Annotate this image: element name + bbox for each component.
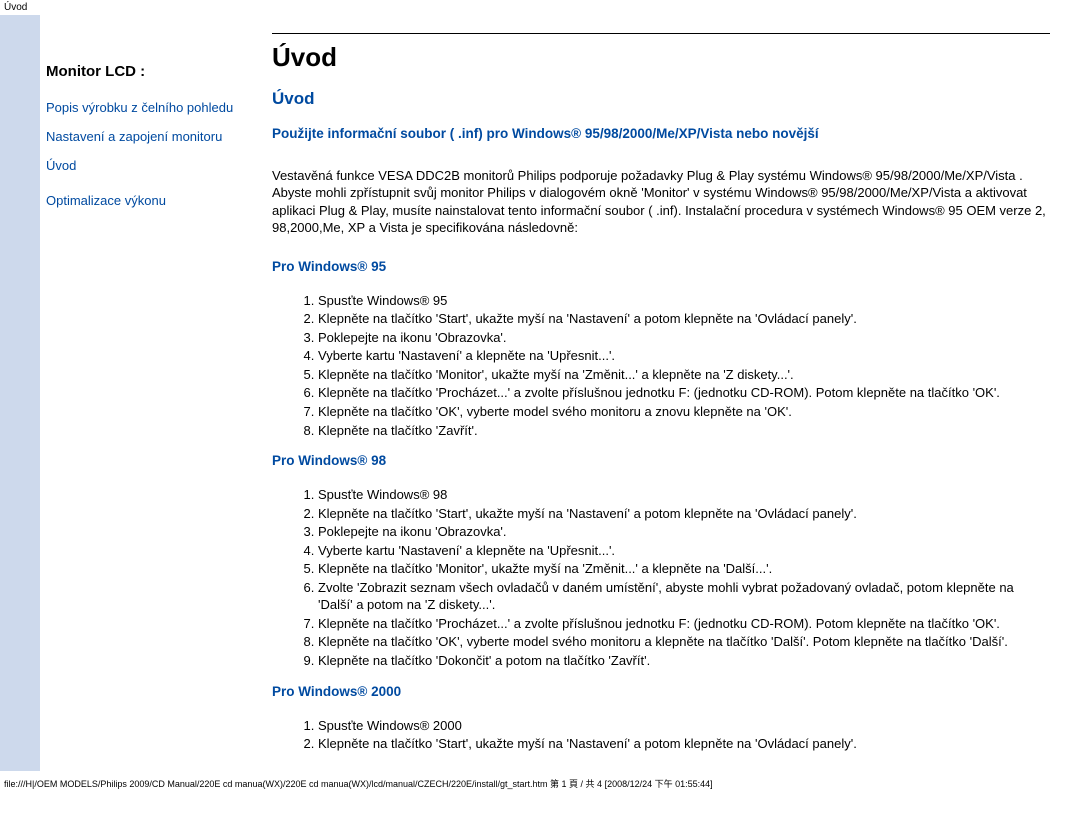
window-title: Úvod (0, 0, 1080, 15)
list-item: Klepněte na tlačítko 'Dokončit' a potom … (318, 652, 1050, 670)
page-frame: Monitor LCD : Popis výrobku z čelního po… (0, 15, 1080, 771)
list-item: Zvolte 'Zobrazit seznam všech ovladačů v… (318, 579, 1050, 614)
list-item: Klepněte na tlačítko 'Procházet...' a zv… (318, 384, 1050, 402)
left-gutter (0, 15, 40, 771)
sidebar-link-nastaveni[interactable]: Nastavení a zapojení monitoru (46, 129, 254, 146)
list-item: Klepněte na tlačítko 'Start', ukažte myš… (318, 310, 1050, 328)
list-item: Klepněte na tlačítko 'Monitor', ukažte m… (318, 366, 1050, 384)
main-content: Úvod Úvod Použijte informační soubor ( .… (262, 15, 1076, 771)
list-item: Klepněte na tlačítko 'Monitor', ukažte m… (318, 560, 1050, 578)
page-title: Úvod (272, 42, 1050, 73)
sidebar-link-popis[interactable]: Popis výrobku z čelního pohledu (46, 100, 254, 117)
list-item: Spusťte Windows® 2000 (318, 717, 1050, 735)
sidebar: Monitor LCD : Popis výrobku z čelního po… (40, 15, 262, 771)
list-item: Spusťte Windows® 95 (318, 292, 1050, 310)
right-spacer (1076, 15, 1080, 771)
top-rule (272, 33, 1050, 34)
list-item: Klepněte na tlačítko 'Start', ukažte myš… (318, 735, 1050, 753)
sub-title: Úvod (272, 89, 1050, 109)
heading-win98: Pro Windows® 98 (272, 453, 1050, 468)
sidebar-link-uvod[interactable]: Úvod (46, 158, 254, 175)
list-item: Klepněte na tlačítko 'Procházet...' a zv… (318, 615, 1050, 633)
steps-win98: Spusťte Windows® 98 Klepněte na tlačítko… (272, 486, 1050, 669)
inf-file-heading: Použijte informační soubor ( .inf) pro W… (272, 125, 1050, 143)
intro-paragraph: Vestavěná funkce VESA DDC2B monitorů Phi… (272, 167, 1050, 237)
sidebar-title: Monitor LCD : (46, 63, 254, 80)
footer-path: file:///H|/OEM MODELS/Philips 2009/CD Ma… (0, 775, 1080, 792)
heading-win95: Pro Windows® 95 (272, 259, 1050, 274)
list-item: Klepněte na tlačítko 'OK', vyberte model… (318, 633, 1050, 651)
list-item: Poklepejte na ikonu 'Obrazovka'. (318, 329, 1050, 347)
list-item: Klepněte na tlačítko 'OK', vyberte model… (318, 403, 1050, 421)
heading-win2000: Pro Windows® 2000 (272, 684, 1050, 699)
list-item: Vyberte kartu 'Nastavení' a klepněte na … (318, 542, 1050, 560)
list-item: Poklepejte na ikonu 'Obrazovka'. (318, 523, 1050, 541)
steps-win95: Spusťte Windows® 95 Klepněte na tlačítko… (272, 292, 1050, 439)
steps-win2000: Spusťte Windows® 2000 Klepněte na tlačít… (272, 717, 1050, 753)
list-item: Spusťte Windows® 98 (318, 486, 1050, 504)
list-item: Klepněte na tlačítko 'Zavřít'. (318, 422, 1050, 440)
list-item: Klepněte na tlačítko 'Start', ukažte myš… (318, 505, 1050, 523)
sidebar-link-optimalizace[interactable]: Optimalizace výkonu (46, 193, 254, 210)
list-item: Vyberte kartu 'Nastavení' a klepněte na … (318, 347, 1050, 365)
